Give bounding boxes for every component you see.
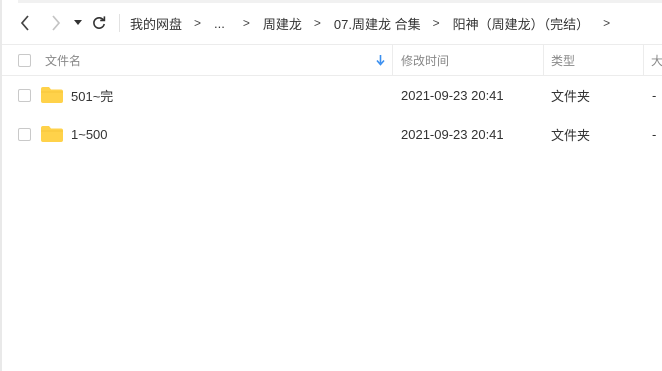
column-header-size-label: 大 — [651, 53, 662, 68]
breadcrumb-separator: > — [194, 16, 202, 30]
file-size: - — [652, 87, 657, 103]
breadcrumb-item-author[interactable]: 周建龙 — [263, 14, 302, 33]
navigation-bar: 我的网盘 > ... > 周建龙 > 07.周建龙 合集 > 阳神（周建龙）（完… — [0, 4, 662, 42]
top-rule — [18, 0, 662, 3]
breadcrumb: 我的网盘 > ... > 周建龙 > 07.周建龙 合集 > 阳神（周建龙）（完… — [130, 4, 623, 42]
refresh-button[interactable] — [89, 13, 109, 33]
breadcrumb-separator: > — [603, 16, 611, 30]
file-row[interactable]: 501~完 2021-09-23 20:41 文件夹 - — [2, 76, 662, 114]
column-divider[interactable] — [643, 45, 644, 75]
column-header-type-label: 类型 — [551, 53, 576, 68]
file-type: 文件夹 — [551, 127, 591, 143]
history-dropdown-button[interactable] — [69, 13, 87, 33]
folder-icon — [41, 126, 63, 142]
file-list-header: 文件名 修改时间 类型 大 — [2, 44, 662, 76]
back-icon — [20, 15, 29, 31]
breadcrumb-separator: > — [242, 16, 250, 30]
column-header-modified[interactable]: 修改时间 — [401, 45, 541, 75]
file-modified: 2021-09-23 20:41 — [401, 126, 504, 142]
file-name[interactable]: 1~500 — [71, 115, 108, 153]
row-checkbox[interactable] — [18, 89, 31, 102]
file-modified: 2021-09-23 20:41 — [401, 87, 504, 103]
file-type: 文件夹 — [551, 88, 591, 104]
forward-button[interactable] — [46, 13, 66, 33]
dropdown-icon — [74, 20, 82, 25]
back-button[interactable] — [15, 13, 35, 33]
column-header-name-label: 文件名 — [45, 53, 82, 68]
column-header-modified-label: 修改时间 — [401, 53, 450, 68]
column-header-name[interactable]: 文件名 — [45, 45, 385, 75]
forward-icon — [52, 15, 61, 31]
file-size: - — [652, 126, 657, 142]
column-divider[interactable] — [543, 45, 544, 75]
folder-icon — [41, 87, 63, 103]
breadcrumb-separator: > — [313, 16, 321, 30]
file-name[interactable]: 501~完 — [71, 76, 113, 114]
sort-toggle[interactable] — [376, 45, 390, 75]
breadcrumb-item-ellipsis[interactable]: ... — [214, 16, 225, 31]
refresh-icon — [93, 16, 106, 29]
column-divider[interactable] — [392, 45, 393, 75]
breadcrumb-item-collection[interactable]: 07.周建龙 合集 — [334, 14, 421, 33]
breadcrumb-item-current[interactable]: 阳神（周建龙）（完结） — [453, 14, 590, 33]
column-header-size[interactable]: 大 — [651, 45, 662, 75]
file-row[interactable]: 1~500 2021-09-23 20:41 文件夹 - — [2, 115, 662, 153]
breadcrumb-separator: > — [432, 16, 440, 30]
breadcrumb-item-home[interactable]: 我的网盘 — [130, 14, 182, 33]
nav-divider — [119, 14, 120, 32]
select-all-checkbox[interactable] — [18, 54, 31, 67]
sort-down-icon — [376, 54, 385, 66]
column-header-type[interactable]: 类型 — [551, 45, 641, 75]
row-checkbox[interactable] — [18, 128, 31, 141]
